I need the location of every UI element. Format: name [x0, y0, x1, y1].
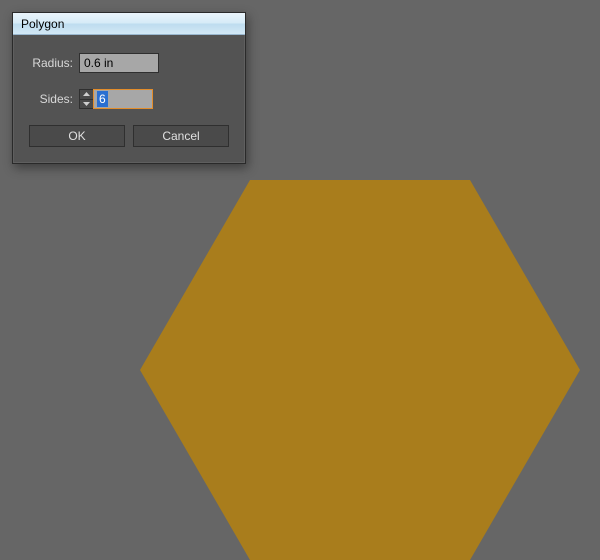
- ok-button[interactable]: OK: [29, 125, 125, 147]
- hexagon-shape: [140, 180, 580, 560]
- sides-step-down[interactable]: [80, 100, 93, 109]
- dialog-body: Radius: Sides: 6: [13, 35, 245, 163]
- dialog-button-row: OK Cancel: [29, 125, 229, 147]
- sides-value: 6: [97, 91, 108, 107]
- sides-spinner: [79, 89, 93, 109]
- dialog-titlebar[interactable]: Polygon: [13, 13, 245, 35]
- sides-input[interactable]: 6: [93, 89, 153, 109]
- sides-step-up[interactable]: [80, 90, 93, 100]
- sides-label: Sides:: [37, 92, 79, 106]
- radius-row: Radius:: [29, 53, 229, 73]
- radius-label: Radius:: [29, 56, 79, 70]
- radius-input-wrap: [79, 53, 159, 73]
- sides-row: Sides: 6: [29, 89, 229, 109]
- polygon-dialog: Polygon Radius: Sides: 6: [12, 12, 246, 164]
- radius-input[interactable]: [79, 53, 159, 73]
- sides-input-wrap: 6: [79, 89, 153, 109]
- dialog-title: Polygon: [21, 17, 64, 31]
- cancel-button[interactable]: Cancel: [133, 125, 229, 147]
